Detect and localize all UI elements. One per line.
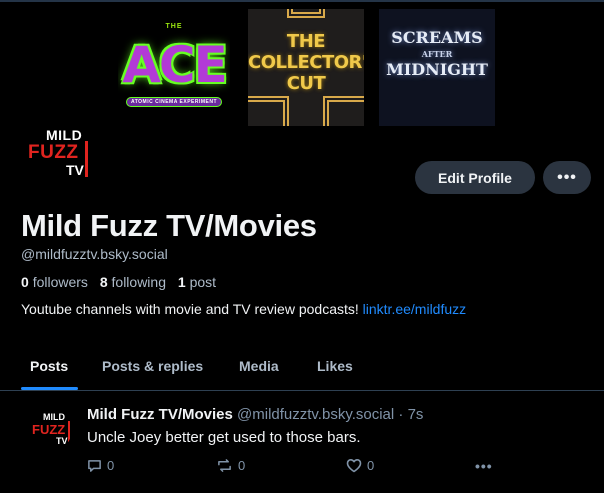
post-more-button[interactable]: ••• — [475, 458, 493, 474]
posts-label: post — [189, 274, 217, 290]
post-avatar-mild-text: MILD — [43, 412, 65, 422]
banner-ace-sub-text: ATOMIC CINEMA EXPERIMENT — [126, 97, 222, 107]
top-border — [0, 0, 604, 2]
like-count: 0 — [367, 458, 375, 473]
banner-screams-line-3: MIDNIGHT — [386, 60, 488, 79]
repost-button[interactable]: 0 — [216, 458, 245, 473]
profile-stats: 0 followers 8 following 1 post — [21, 274, 216, 290]
repost-icon — [216, 458, 233, 473]
avatar-red-bar — [85, 141, 88, 177]
post-meta-separator: · — [398, 406, 404, 423]
tab-likes[interactable]: Likes — [317, 358, 353, 374]
tab-media[interactable]: Media — [239, 358, 279, 374]
edit-profile-button[interactable]: Edit Profile — [415, 161, 535, 194]
post-author-handle[interactable]: @mildfuzztv.bsky.social — [237, 406, 394, 423]
banner-ace-tile: THE ACE ATOMIC CINEMA EXPERIMENT — [118, 9, 230, 126]
tabs-divider — [0, 390, 604, 391]
avatar-fuzz-text: FUZZ — [28, 142, 79, 163]
post-actions: 0 0 0 ••• — [87, 458, 507, 474]
post-avatar-red-bar — [68, 421, 70, 443]
post-text: Uncle Joey better get used to those bars… — [87, 429, 361, 446]
avatar-mild-text: MILD — [46, 127, 83, 143]
profile-more-button[interactable]: ••• — [543, 161, 591, 194]
profile-display-name: Mild Fuzz TV/Movies — [21, 208, 317, 243]
banner-screams-line-1: SCREAMS — [391, 28, 483, 47]
following-link[interactable]: 8 following — [100, 274, 166, 290]
heart-icon — [346, 458, 362, 473]
reply-count: 0 — [107, 458, 115, 473]
followers-link[interactable]: 0 followers — [21, 274, 88, 290]
banner-ace-main-text: ACE — [122, 35, 228, 94]
followers-label: followers — [32, 274, 88, 290]
bio-link[interactable]: linktr.ee/mildfuzz — [363, 301, 466, 317]
post-author-avatar[interactable]: MILD FUZZ TV — [30, 409, 72, 451]
banner-screams-line-2: AFTER — [421, 49, 453, 59]
banner-cut-line-3: CUT — [286, 73, 326, 94]
post-author-name[interactable]: Mild Fuzz TV/Movies — [87, 406, 233, 423]
post-timestamp[interactable]: 7s — [408, 406, 424, 423]
profile-avatar[interactable]: MILD FUZZ TV — [27, 127, 89, 179]
following-label: following — [111, 274, 166, 290]
profile-bio: Youtube channels with movie and TV revie… — [21, 301, 466, 317]
like-button[interactable]: 0 — [346, 458, 374, 473]
post-avatar-fuzz-text: FUZZ — [32, 422, 66, 437]
following-count: 8 — [99, 274, 108, 290]
avatar-tv-text: TV — [66, 162, 84, 178]
reply-icon — [87, 458, 102, 473]
banner-cut-line-2: COLLECTOR'S — [248, 52, 364, 73]
banner-screams-tile: SCREAMS AFTER MIDNIGHT — [379, 9, 495, 126]
bio-text: Youtube channels with movie and TV revie… — [21, 301, 359, 317]
repost-count: 0 — [238, 458, 246, 473]
tab-posts[interactable]: Posts — [30, 358, 68, 374]
post-header: Mild Fuzz TV/Movies @mildfuzztv.bsky.soc… — [87, 406, 423, 423]
post-avatar-tv-text: TV — [56, 436, 68, 446]
banner-cut-line-1: THE — [286, 31, 326, 52]
banner-collectors-cut-tile: THE COLLECTOR'S CUT — [248, 9, 364, 126]
profile-tabs: Posts Posts & replies Media Likes — [0, 346, 604, 390]
reply-button[interactable]: 0 — [87, 458, 114, 473]
tab-posts-and-replies[interactable]: Posts & replies — [102, 358, 203, 374]
followers-count: 0 — [21, 274, 29, 290]
posts-stat: 1 post — [178, 274, 216, 290]
profile-handle: @mildfuzztv.bsky.social — [21, 246, 168, 262]
posts-count: 1 — [177, 274, 186, 290]
